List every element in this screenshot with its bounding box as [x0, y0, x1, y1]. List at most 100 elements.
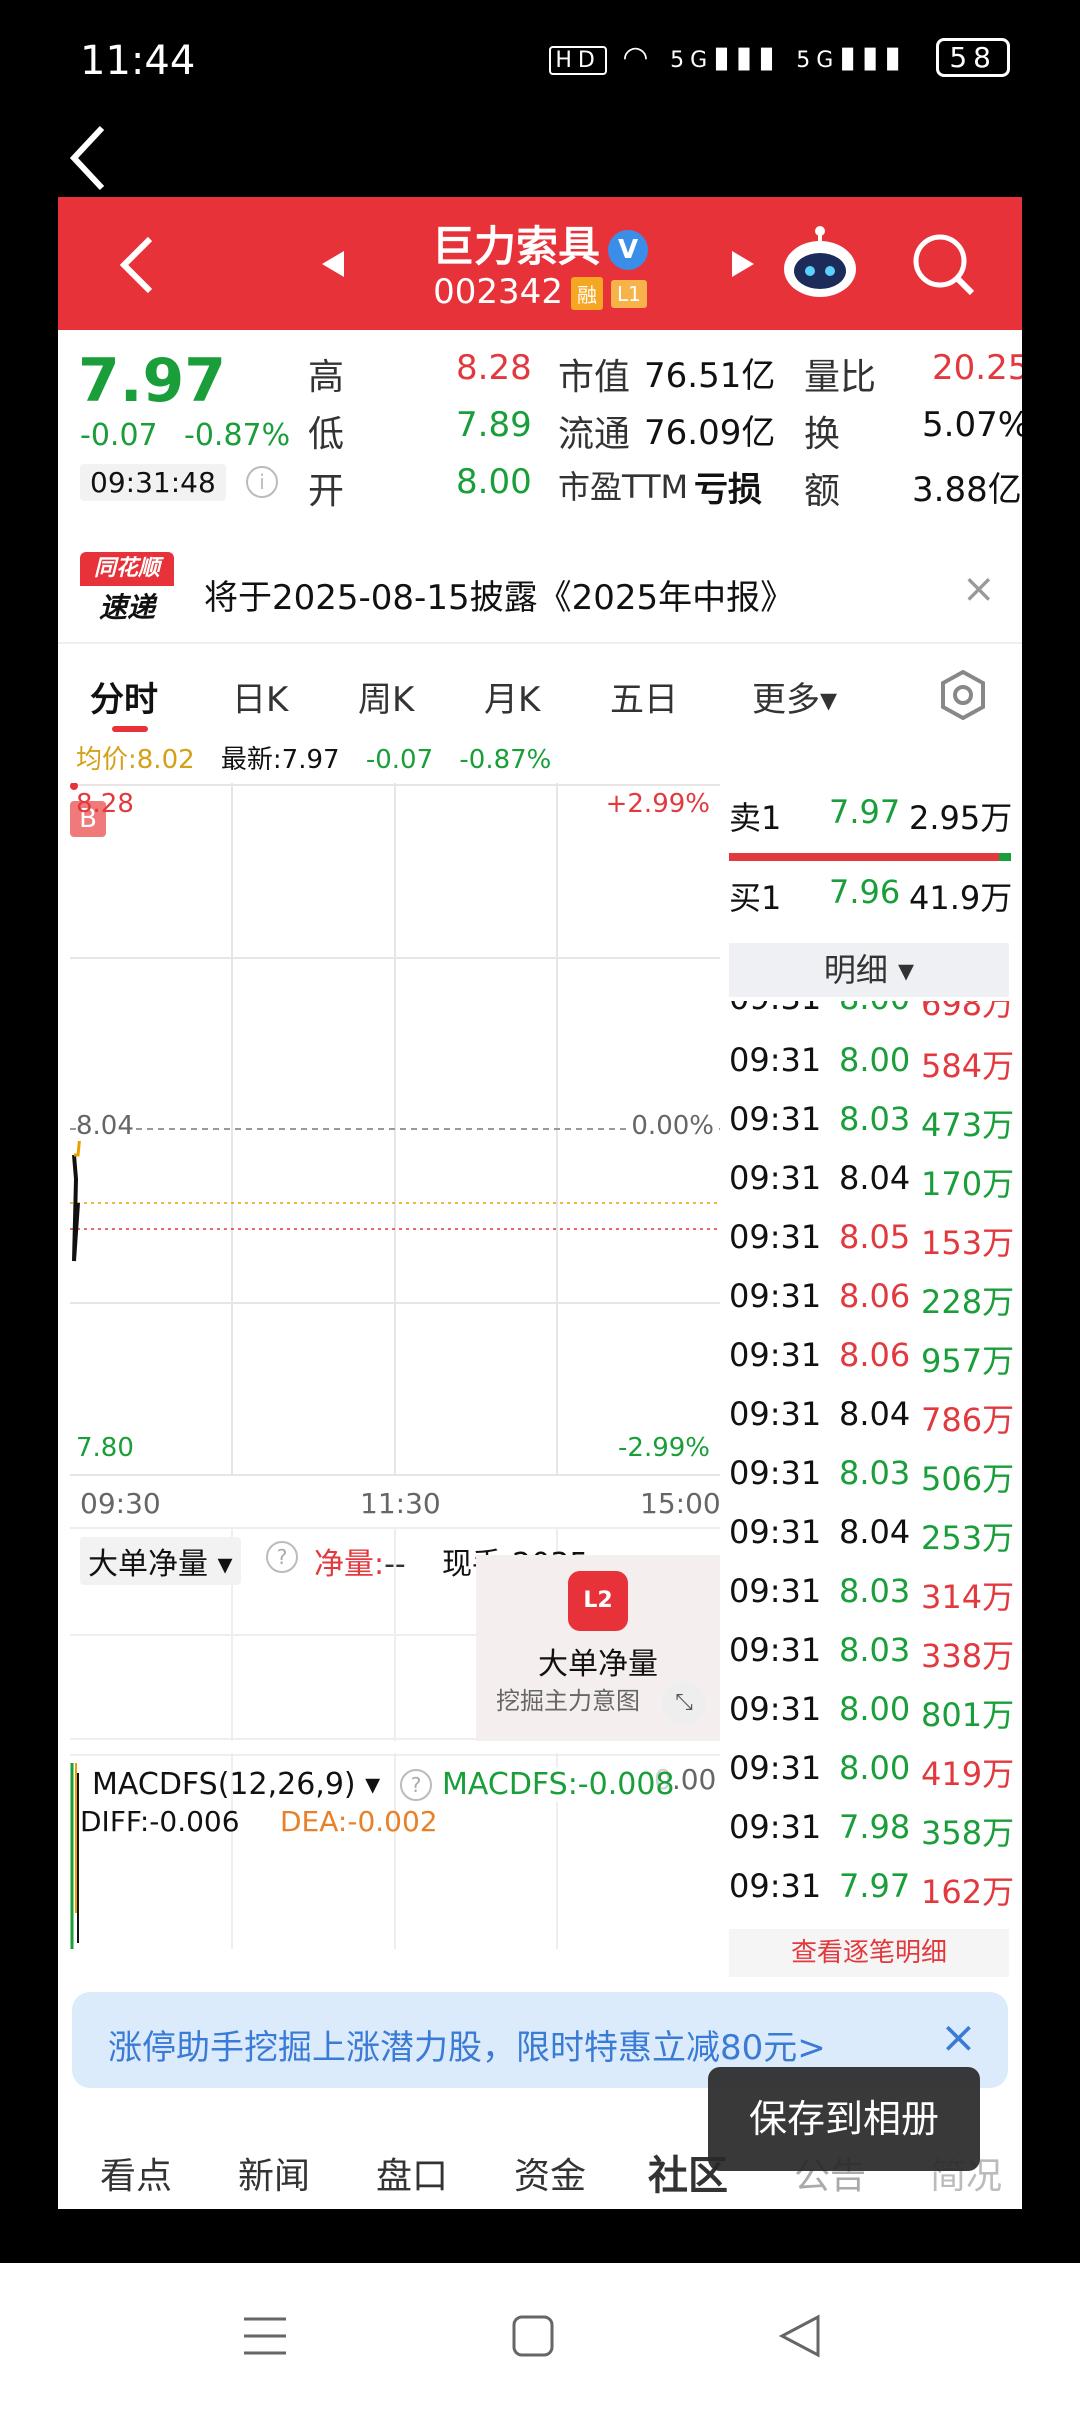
open-value: 8.00 — [456, 462, 532, 502]
partial-tick-row: 09:31 8.00 698万 — [729, 1001, 1015, 1023]
l2-promo-card[interactable]: L2 大单净量 挖掘主力意图 ⤡ — [476, 1555, 720, 1741]
quote-panel: 7.97 -0.07 -0.87% 09:31:48 i 高 8.28 低 7.… — [58, 330, 1022, 530]
tick-volume: 162万 — [921, 1873, 1015, 1911]
tab-weekly-k[interactable]: 周K — [358, 672, 414, 721]
tick-time: 09:31 — [729, 1454, 822, 1492]
info-icon[interactable]: i — [246, 466, 278, 498]
level-tag: L1 — [610, 279, 647, 308]
tab-intraday[interactable]: 分时 — [90, 672, 158, 721]
tick-row: 09:31 8.04 786万 — [729, 1387, 1019, 1446]
y-label-bottom: 7.80 — [76, 1433, 134, 1463]
tick-volume: 473万 — [921, 1106, 1015, 1144]
tick-price: 8.06 — [839, 1336, 911, 1374]
settings-hexagon-icon[interactable] — [938, 669, 988, 729]
bid-1-row[interactable]: 买1 7.96 41.9万 — [729, 863, 1019, 921]
save-to-album-toast[interactable]: 保存到相册 — [708, 2067, 980, 2171]
intraday-info-line: 均价:8.02 最新:7.97 -0.07 -0.87% — [76, 739, 551, 776]
search-icon[interactable] — [910, 231, 976, 301]
ask-label: 卖1 — [729, 799, 782, 837]
time-axis-start: 09:30 — [80, 1487, 161, 1520]
nav-highlights[interactable]: 看点 — [100, 2147, 172, 2199]
robot-assistant-icon[interactable] — [780, 225, 860, 305]
promo-subtitle: 挖掘主力意图 — [496, 1687, 640, 1715]
low-label: 低 — [308, 414, 345, 455]
tick-price: 8.03 — [839, 1454, 911, 1492]
status-bar: 11:44 HD ◠ 5G▮▮▮ 5G▮▮▮ 58 — [0, 0, 1080, 120]
next-stock-icon[interactable] — [730, 249, 756, 283]
time-axis-mid: 11:30 — [360, 1487, 441, 1520]
tick-volume: 170万 — [921, 1165, 1015, 1203]
tick-row: 09:31 8.03 473万 — [729, 1092, 1019, 1151]
stock-detail-screen: 巨力索具 V 002342 融 L1 7.97 -0.07 -0.87% 09:31:… — [58, 197, 1022, 2209]
tick-time: 09:31 — [729, 1041, 822, 1079]
tick-row: 09:31 8.03 338万 — [729, 1623, 1019, 1682]
tab-five-day[interactable]: 五日 — [610, 672, 678, 721]
macd-help-icon[interactable]: ? — [400, 1769, 432, 1801]
macd-panel[interactable]: MACDFS(12,26,9) ▾ ? 0.00 MACDFS:-0.008 D… — [70, 1753, 720, 1949]
tick-volume: 153万 — [921, 1224, 1015, 1262]
tick-time: 09:31 — [729, 1218, 822, 1256]
margin-tag: 融 — [570, 277, 603, 310]
amount-value: 3.88亿 — [912, 470, 1022, 510]
menu-icon[interactable] — [240, 2311, 290, 2365]
banner-close-icon[interactable]: × — [940, 2012, 977, 2063]
stock-code: 002342 — [433, 272, 563, 312]
tick-row: 09:31 8.04 253万 — [729, 1505, 1019, 1564]
diff-value: DIFF:-0.006 — [80, 1805, 240, 1838]
ask-1-row[interactable]: 卖1 7.97 2.95万 — [729, 783, 1019, 841]
macdfs-value: MACDFS:-0.008 — [442, 1767, 675, 1802]
tick-time: 09:31 — [729, 1277, 822, 1315]
float-value: 76.09亿 — [644, 413, 776, 453]
nav-orderbook[interactable]: 盘口 — [376, 2147, 448, 2199]
tick-price: 7.98 — [839, 1808, 911, 1846]
tick-price: 8.00 — [839, 1749, 911, 1787]
mcap-label: 市值 — [558, 357, 631, 398]
nav-news[interactable]: 新闻 — [238, 2147, 310, 2199]
latest-price: 最新:7.97 — [220, 745, 340, 775]
expand-icon[interactable]: ⤡ — [662, 1681, 706, 1725]
ask-price: 7.97 — [829, 793, 901, 831]
pct-label-top: +2.99% — [605, 789, 710, 819]
tick-row: 09:31 8.00 419万 — [729, 1741, 1019, 1800]
big-order-selector[interactable]: 大单净量 ▾ — [80, 1537, 241, 1585]
macd-selector[interactable]: MACDFS(12,26,9) ▾ — [92, 1767, 380, 1802]
net-volume-label: 净量: — [314, 1547, 385, 1582]
help-icon[interactable]: ? — [266, 1541, 298, 1573]
l2-icon: L2 — [568, 1571, 628, 1631]
home-icon[interactable] — [508, 2311, 558, 2365]
pct-label-mid: 0.00% — [631, 1111, 714, 1141]
nav-funds[interactable]: 资金 — [514, 2147, 586, 2199]
tab-monthly-k[interactable]: 月K — [484, 672, 540, 721]
signal-5g-icon: 5G — [670, 48, 714, 73]
tick-row: 09:31 8.00 801万 — [729, 1682, 1019, 1741]
disclosure-notice[interactable]: 同花顺 速递 将于2025-08-15披露《2025年中报》 × — [58, 542, 1022, 644]
tick-time: 09:31 — [729, 1690, 822, 1728]
tick-time: 09:31 — [729, 1100, 822, 1138]
tick-volume: 314万 — [921, 1578, 1015, 1616]
promo-title: 大单净量 — [538, 1647, 658, 1682]
pct-label-bottom: -2.99% — [618, 1433, 710, 1463]
battery-icon: 58 — [936, 38, 1010, 77]
view-all-ticks-link[interactable]: 查看逐笔明细 — [729, 1929, 1009, 1977]
back-icon[interactable] — [62, 118, 122, 198]
time-axis-end: 15:00 — [640, 1487, 721, 1520]
tab-daily-k[interactable]: 日K — [232, 672, 288, 721]
system-back-icon[interactable] — [774, 2311, 824, 2365]
intraday-chart[interactable]: B 8.28 +2.99% 8.04 0.00% 7.80 -2.99% — [70, 782, 720, 1483]
status-time: 11:44 — [80, 38, 196, 84]
bid-price: 7.96 — [829, 873, 901, 911]
tick-row: 09:31 8.04 170万 — [729, 1151, 1019, 1210]
tick-volume: 584万 — [921, 1047, 1015, 1085]
tick-row: 09:31 8.03 506万 — [729, 1446, 1019, 1505]
turnover-label: 换 — [804, 414, 841, 455]
tick-price: 8.05 — [839, 1218, 911, 1256]
tab-more[interactable]: 更多▾ — [752, 672, 837, 721]
tick-price: 8.04 — [839, 1513, 911, 1551]
signal-5g-icon-2: 5G — [796, 48, 840, 73]
close-icon[interactable]: × — [962, 566, 996, 612]
status-icons: HD ◠ 5G▮▮▮ 5G▮▮▮ 58 — [549, 38, 1010, 77]
ask-bid-ratio-bar — [729, 853, 999, 861]
detail-dropdown[interactable]: 明细 ▾ — [729, 943, 1009, 997]
y-label-mid: 8.04 — [76, 1111, 134, 1141]
verified-icon: V — [608, 229, 648, 270]
